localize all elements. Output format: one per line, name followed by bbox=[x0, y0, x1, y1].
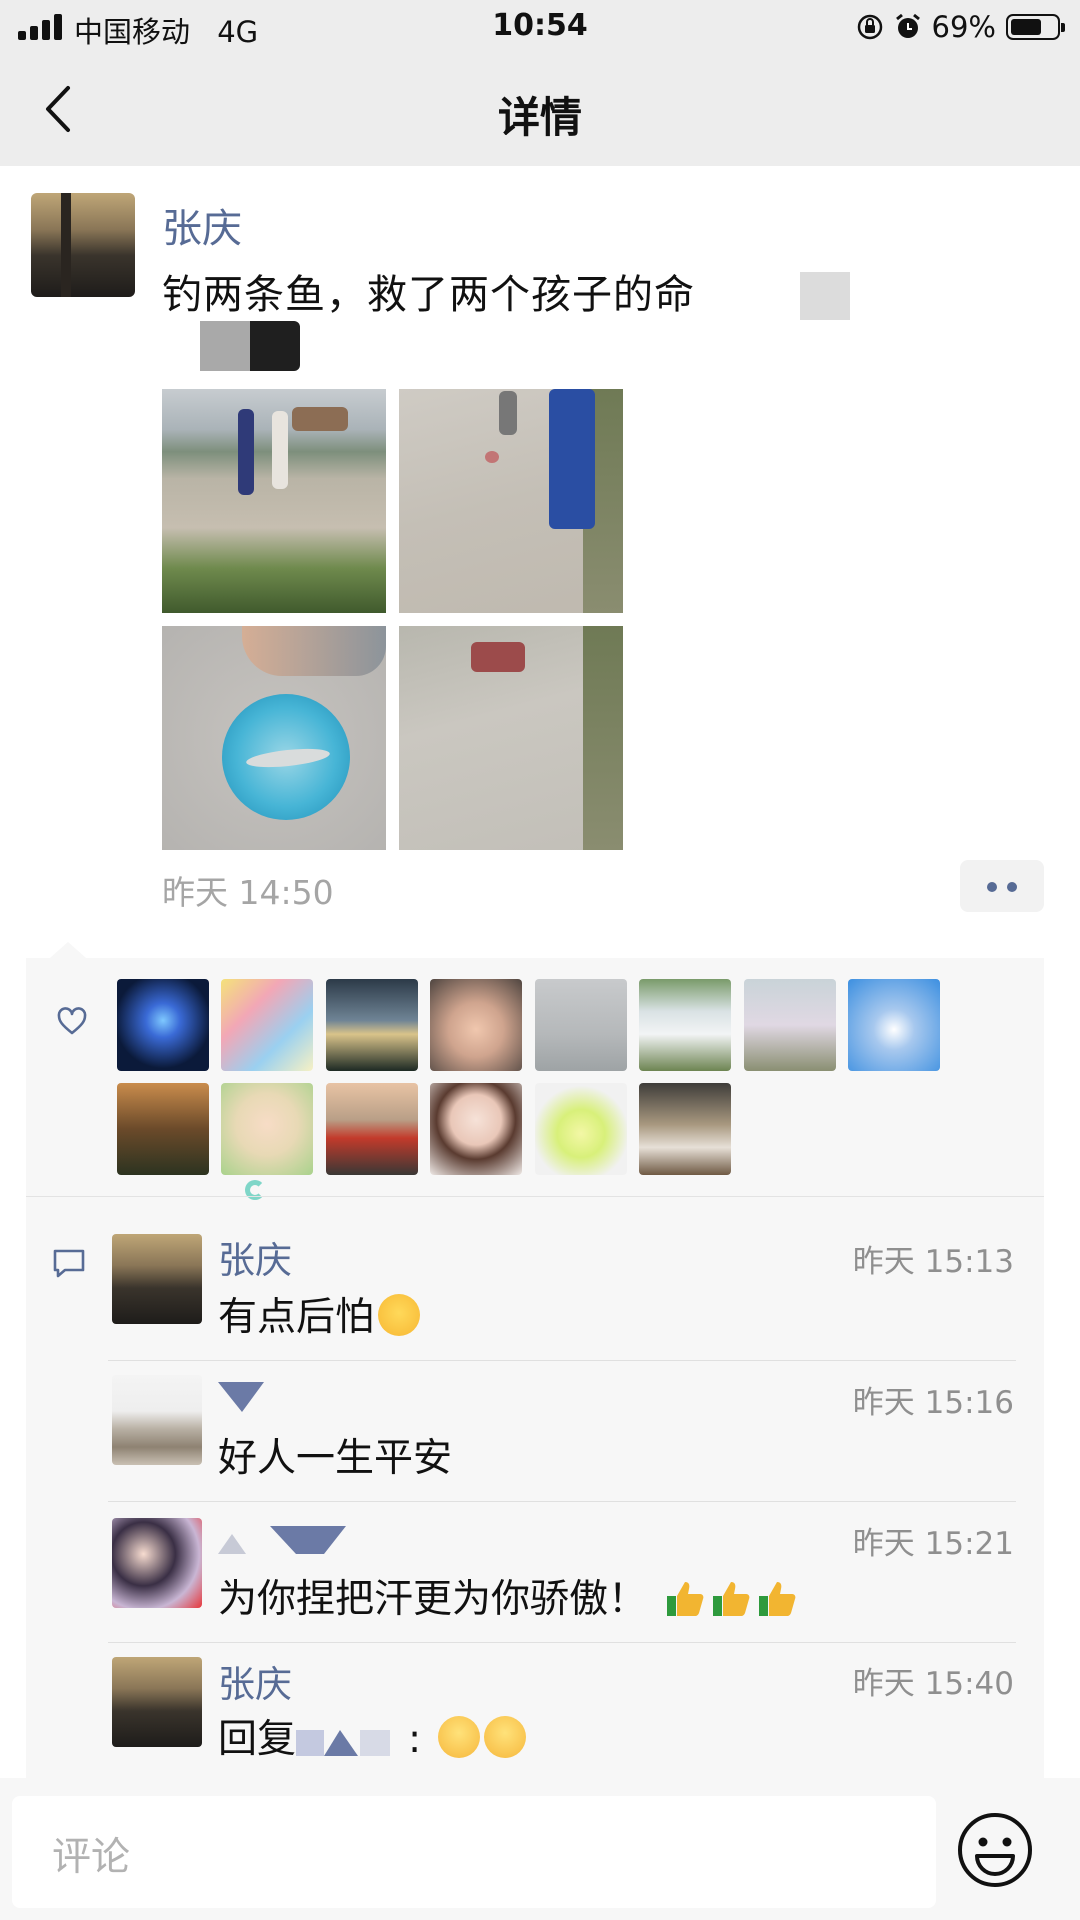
comment-text: 回复: bbox=[218, 1708, 526, 1764]
thumbs-up-emoji bbox=[667, 1582, 704, 1616]
like-avatar[interactable] bbox=[221, 1083, 313, 1175]
dizzy-face-emoji bbox=[378, 1294, 421, 1336]
reply-colon: : bbox=[408, 1717, 422, 1762]
post-photo-4[interactable] bbox=[399, 626, 623, 850]
like-avatar[interactable] bbox=[430, 979, 522, 1071]
post-author-name[interactable]: 张庆 bbox=[162, 196, 242, 254]
like-avatar[interactable] bbox=[744, 979, 836, 1071]
pixelated-emoji bbox=[200, 321, 250, 371]
page-title: 详情 bbox=[497, 93, 582, 142]
comment-time: 昨天 15:16 bbox=[852, 1385, 1014, 1421]
blurred-name bbox=[218, 1381, 264, 1412]
blurred-name bbox=[296, 1729, 391, 1756]
comment-divider bbox=[108, 1360, 1016, 1361]
comment-text: 为你捏把汗更为你骄傲！ bbox=[218, 1568, 797, 1624]
like-avatar[interactable] bbox=[639, 1083, 731, 1175]
post-photo-1[interactable] bbox=[162, 389, 386, 613]
panel-pointer bbox=[50, 942, 86, 958]
like-avatar[interactable] bbox=[326, 1083, 418, 1175]
like-avatar[interactable] bbox=[117, 1083, 209, 1175]
like-avatar[interactable] bbox=[535, 979, 627, 1071]
commenter-name[interactable] bbox=[218, 1374, 278, 1418]
comment-text: 好人一生平安 bbox=[218, 1436, 453, 1481]
likes-divider bbox=[26, 1196, 1044, 1197]
rotation-lock-icon bbox=[857, 14, 882, 40]
battery-icon bbox=[1006, 14, 1065, 40]
like-avatar[interactable] bbox=[535, 1083, 627, 1175]
smiley-face-icon[interactable] bbox=[955, 1810, 1035, 1890]
like-avatar[interactable] bbox=[221, 979, 313, 1071]
thumbs-up-emoji bbox=[759, 1582, 796, 1616]
commenter-avatar[interactable] bbox=[112, 1518, 202, 1608]
commenter-avatar[interactable] bbox=[112, 1234, 202, 1324]
swirl-mark bbox=[245, 1180, 265, 1200]
comment-divider bbox=[108, 1501, 1016, 1502]
battery-percent: 69% bbox=[931, 10, 996, 44]
top-bar: 中国移动 4G 10:54 69% 详情 bbox=[0, 0, 1080, 166]
comment-input[interactable]: 评论 bbox=[12, 1796, 936, 1908]
heart-outline-icon bbox=[57, 1007, 87, 1035]
status-bar: 中国移动 4G 10:54 69% bbox=[0, 0, 1080, 54]
pixelated-emoji bbox=[800, 272, 850, 320]
alarm-icon bbox=[895, 13, 920, 38]
comment-text: 有点后怕 bbox=[218, 1286, 421, 1342]
commenter-avatar[interactable] bbox=[112, 1657, 202, 1747]
pixelated-emoji bbox=[250, 321, 300, 371]
like-avatar[interactable] bbox=[430, 1083, 522, 1175]
comment-divider bbox=[108, 1642, 1016, 1643]
commenter-name[interactable]: 张庆 bbox=[218, 1654, 292, 1708]
thumbs-up-emoji bbox=[713, 1582, 750, 1616]
post-timestamp: 昨天 14:50 bbox=[162, 873, 334, 912]
comment-time: 昨天 15:13 bbox=[852, 1244, 1014, 1280]
smiling-face-emoji bbox=[483, 1716, 526, 1758]
author-avatar[interactable] bbox=[31, 193, 135, 297]
commenter-avatar[interactable] bbox=[112, 1375, 202, 1465]
blurred-name bbox=[218, 1525, 346, 1554]
commenter-name[interactable]: 张庆 bbox=[218, 1230, 292, 1284]
comment-time: 昨天 15:21 bbox=[852, 1526, 1014, 1562]
like-avatar[interactable] bbox=[639, 979, 731, 1071]
more-dots-icon[interactable] bbox=[960, 860, 1044, 912]
post-photo-3[interactable] bbox=[162, 626, 386, 850]
comment-text-content: 为你捏把汗更为你骄傲！ bbox=[218, 1577, 648, 1622]
like-avatar[interactable] bbox=[848, 979, 940, 1071]
smiling-face-emoji bbox=[437, 1716, 480, 1758]
moments-detail-screen: 中国移动 4G 10:54 69% 详情 张庆 钓两条鱼，救了两个孩子的命 昨天… bbox=[0, 0, 1080, 1920]
comment-time: 昨天 15:40 bbox=[852, 1666, 1014, 1702]
reply-prefix: 回复 bbox=[218, 1717, 297, 1762]
commenter-name[interactable] bbox=[218, 1516, 358, 1560]
status-right-group: 69% bbox=[856, 9, 1065, 45]
post-text: 钓两条鱼，救了两个孩子的命 bbox=[162, 262, 695, 320]
post-photo-2[interactable] bbox=[399, 389, 623, 613]
post-text-content: 钓两条鱼，救了两个孩子的命 bbox=[162, 272, 695, 318]
comment-text-content: 有点后怕 bbox=[218, 1295, 375, 1340]
comment-icon bbox=[53, 1249, 85, 1278]
like-avatar[interactable] bbox=[326, 979, 418, 1071]
like-avatar[interactable] bbox=[117, 979, 209, 1071]
